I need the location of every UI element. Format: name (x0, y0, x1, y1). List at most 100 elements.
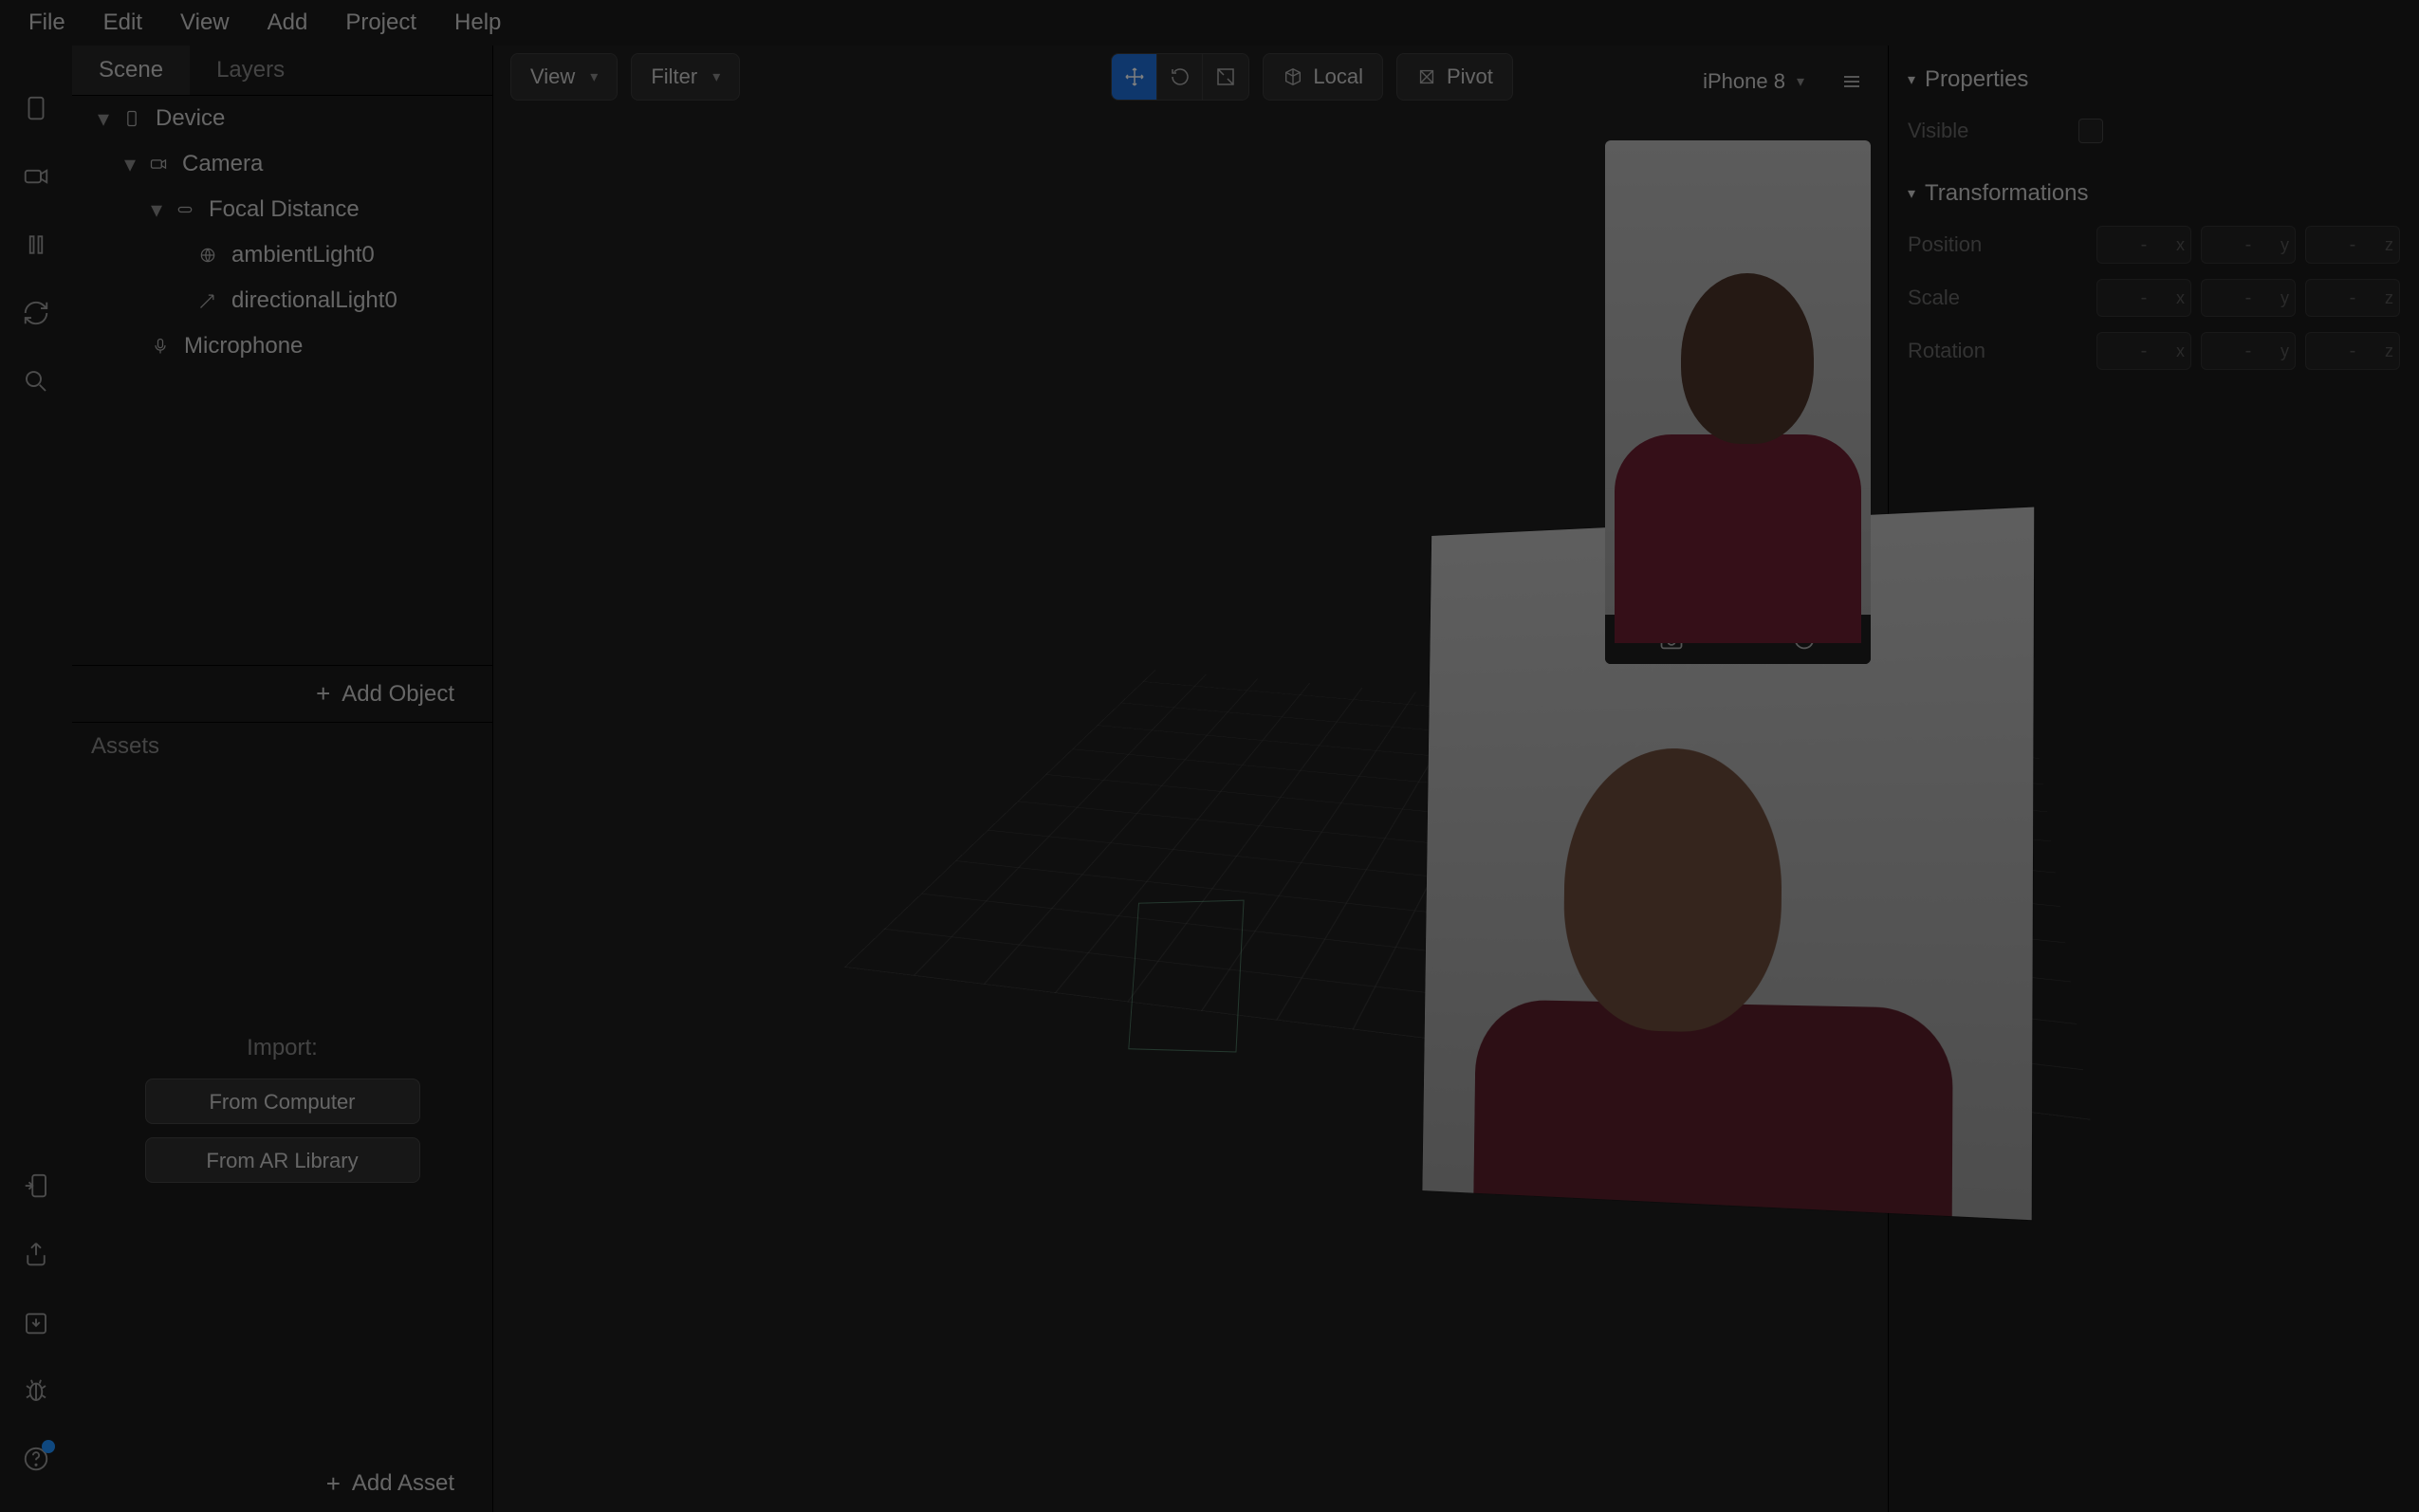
filter-dropdown[interactable]: Filter ▾ (631, 53, 740, 101)
tool-send-to-device-icon[interactable] (19, 1169, 53, 1203)
tab-layers[interactable]: Layers (190, 46, 311, 95)
directional-light-icon (195, 288, 220, 313)
tool-bug-icon[interactable] (19, 1374, 53, 1408)
preview-menu-icon[interactable] (1833, 59, 1871, 104)
camera-frustum-wireframe (1128, 900, 1244, 1053)
position-label: Position (1908, 232, 2078, 257)
pivot-label: Pivot (1447, 65, 1493, 89)
tool-device-icon[interactable] (19, 91, 53, 125)
manipulation-mode-group (1111, 53, 1249, 101)
scale-label: Scale (1908, 286, 2078, 310)
assets-header: Assets (72, 722, 492, 769)
add-asset-button[interactable]: + Add Asset (72, 1455, 492, 1512)
tool-search-icon[interactable] (19, 364, 53, 398)
preview-head (1681, 273, 1814, 444)
scale-y-field[interactable]: - (2201, 279, 2296, 317)
properties-header[interactable]: ▾ Properties (1908, 55, 2400, 104)
tree-row-ambient-light[interactable]: ambientLight0 (72, 232, 492, 278)
portrait-head (1562, 747, 1782, 1034)
menu-project[interactable]: Project (326, 9, 435, 36)
tool-archive-icon[interactable] (19, 1305, 53, 1339)
tree-row-device[interactable]: ▾ Device (72, 96, 492, 141)
menu-edit[interactable]: Edit (84, 9, 161, 36)
transformations-header[interactable]: ▾ Transformations (1908, 169, 2400, 218)
visible-row: Visible (1908, 104, 2400, 157)
rotation-x-field[interactable]: - (2096, 332, 2191, 370)
scale-x-field[interactable]: - (2096, 279, 2191, 317)
portrait-shirt (1472, 999, 1953, 1220)
properties-title: Properties (1925, 66, 2028, 93)
tab-scene[interactable]: Scene (72, 46, 190, 95)
microphone-icon (148, 334, 173, 359)
menu-file[interactable]: File (9, 9, 84, 36)
scale-z-field[interactable]: - (2305, 279, 2400, 317)
import-block: Import: From Computer From AR Library (145, 1035, 420, 1196)
tree-row-directional-light[interactable]: directionalLight0 (72, 278, 492, 323)
rotation-label: Rotation (1908, 339, 2078, 363)
import-from-computer-button[interactable]: From Computer (145, 1079, 420, 1124)
viewport[interactable]: View ▾ Filter ▾ Local Pivot (493, 46, 1888, 1512)
move-tool[interactable] (1112, 54, 1157, 100)
tree-row-focal-distance[interactable]: ▾ Focal Distance (72, 187, 492, 232)
caret-icon: ▾ (1908, 70, 1915, 89)
menu-help[interactable]: Help (435, 9, 520, 36)
rotation-row: Rotation - - - (1908, 324, 2400, 378)
pivot-button[interactable]: Pivot (1396, 53, 1513, 101)
position-y-field[interactable]: - (2201, 226, 2296, 264)
caret-icon[interactable]: ▾ (121, 151, 138, 178)
tool-pause-icon[interactable] (19, 228, 53, 262)
chevron-down-icon: ▾ (712, 67, 720, 86)
tree-label: Camera (182, 151, 263, 177)
local-label: Local (1313, 65, 1363, 89)
scale-tool[interactable] (1203, 54, 1248, 100)
device-icon (120, 106, 144, 131)
tool-refresh-icon[interactable] (19, 296, 53, 330)
position-z-field[interactable]: - (2305, 226, 2400, 264)
tree-label: directionalLight0 (231, 287, 397, 314)
tree-label: Microphone (184, 333, 303, 360)
tool-help-icon[interactable] (19, 1442, 53, 1476)
caret-icon[interactable]: ▾ (95, 105, 112, 133)
position-x-field[interactable]: - (2096, 226, 2191, 264)
cube-icon (1283, 66, 1303, 87)
viewport-toolbar: View ▾ Filter ▾ Local Pivot (510, 53, 1871, 101)
focal-icon (173, 197, 197, 222)
menu-view[interactable]: View (161, 9, 249, 36)
transformations-section: ▾ Transformations Position - - - Scale -… (1908, 169, 2400, 378)
import-from-ar-library-button[interactable]: From AR Library (145, 1137, 420, 1183)
rotate-tool[interactable] (1157, 54, 1203, 100)
view-label: View (530, 65, 575, 89)
add-object-label: Add Object (342, 681, 454, 708)
device-preview-window (1605, 140, 1871, 664)
assets-panel: Import: From Computer From AR Library + … (72, 769, 492, 1512)
pivot-icon (1416, 66, 1437, 87)
tool-share-icon[interactable] (19, 1237, 53, 1271)
preview-shirt (1615, 434, 1861, 643)
plus-icon: + (316, 679, 330, 709)
rotation-y-field[interactable]: - (2201, 332, 2296, 370)
coordinate-space-button[interactable]: Local (1263, 53, 1383, 101)
tree-row-camera[interactable]: ▾ Camera (72, 141, 492, 187)
view-dropdown[interactable]: View ▾ (510, 53, 618, 101)
camera-icon (146, 152, 171, 176)
tree-label: ambientLight0 (231, 242, 375, 268)
tool-video-icon[interactable] (19, 159, 53, 194)
device-preview-image (1605, 140, 1871, 615)
plus-icon: + (326, 1469, 341, 1499)
chevron-down-icon: ▾ (1797, 72, 1804, 91)
add-object-button[interactable]: + Add Object (72, 665, 492, 722)
visible-checkbox[interactable] (2078, 119, 2103, 143)
caret-icon[interactable]: ▾ (148, 196, 165, 224)
tree-row-microphone[interactable]: Microphone (72, 323, 492, 369)
import-label: Import: (145, 1035, 420, 1061)
add-asset-label: Add Asset (352, 1470, 454, 1497)
menu-add[interactable]: Add (249, 9, 327, 36)
chevron-down-icon: ▾ (590, 67, 598, 86)
position-row: Position - - - (1908, 218, 2400, 271)
rotation-z-field[interactable]: - (2305, 332, 2400, 370)
toolstrip (0, 46, 72, 1512)
menubar: File Edit View Add Project Help (0, 0, 2419, 46)
device-selector[interactable]: iPhone 8 ▾ (1686, 59, 1821, 104)
visible-label: Visible (1908, 119, 2078, 143)
left-panel-tabs: Scene Layers (72, 46, 492, 96)
